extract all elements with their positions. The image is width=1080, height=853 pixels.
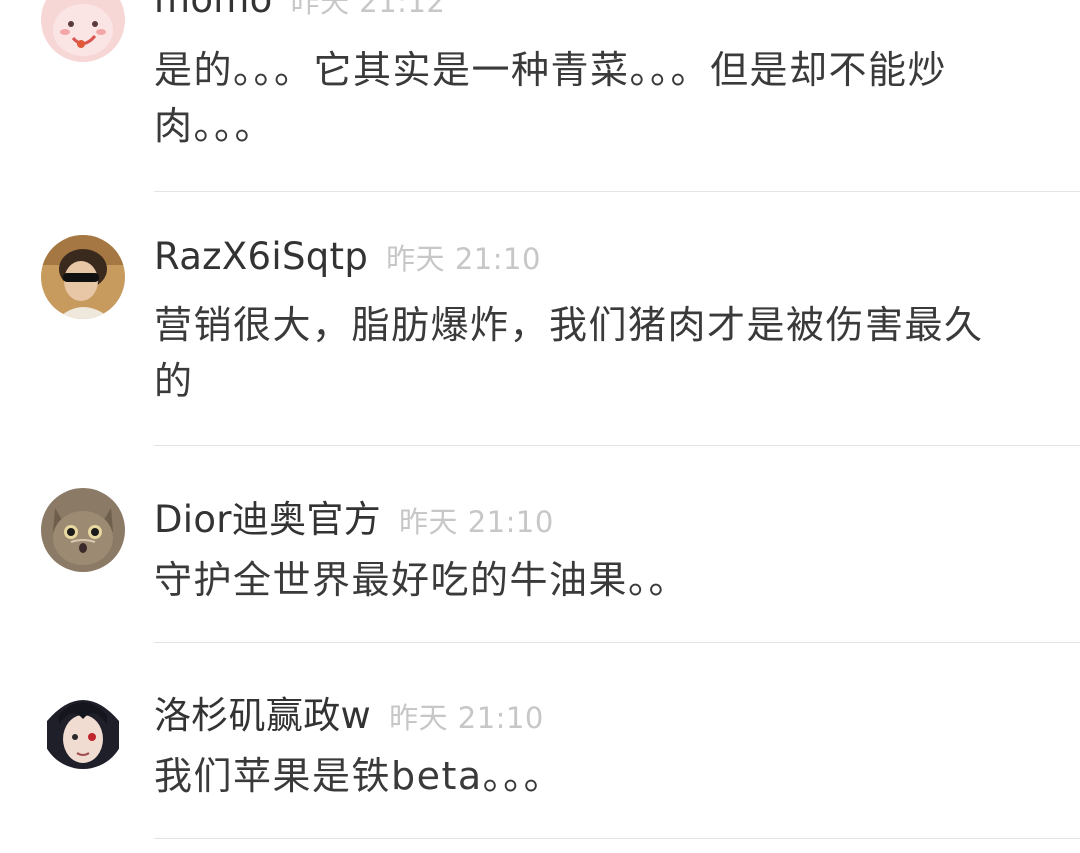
comment-text: 营销很大，脂肪爆炸，我们猪肉才是被伤害最久的 — [154, 303, 984, 403]
timestamp: 昨天 21:10 — [386, 242, 541, 276]
cat-avatar-icon[interactable] — [41, 488, 125, 572]
pink-cartoon-avatar-icon[interactable] — [41, 0, 125, 62]
comment-text: 守护全世界最好吃的牛油果。。 — [154, 558, 689, 602]
comment-meta: momo 昨天 21:12 — [154, 0, 445, 28]
timestamp: 昨天 21:10 — [399, 505, 554, 539]
comment-text: 是的。。。它其实是一种青菜。。。但是却不能炒肉。。。 — [154, 48, 948, 148]
timestamp: 昨天 21:10 — [389, 701, 544, 735]
comment-meta: RazX6iSqtp 昨天 21:10 — [154, 235, 541, 285]
divider — [154, 191, 1080, 192]
sunglasses-person-avatar-icon[interactable] — [41, 235, 125, 319]
timestamp: 昨天 21:12 — [290, 0, 446, 19]
comment-text: 我们苹果是铁beta。。。 — [154, 754, 564, 798]
divider — [154, 642, 1080, 643]
comment-meta: 洛杉矶赢政w 昨天 21:10 — [154, 685, 544, 737]
comment-list: momo 昨天 21:12 是的。。。它其实是一种青菜。。。但是却不能炒肉。。。… — [0, 0, 1080, 853]
anime-character-avatar-icon[interactable] — [41, 685, 125, 769]
username[interactable]: RazX6iSqtp — [154, 235, 368, 278]
username[interactable]: Dior迪奥官方 — [154, 489, 381, 543]
comment-meta: Dior迪奥官方 昨天 21:10 — [154, 489, 554, 541]
username[interactable]: 洛杉矶赢政w — [154, 685, 371, 739]
username[interactable]: momo — [154, 0, 273, 21]
divider — [154, 838, 1080, 839]
divider — [154, 445, 1080, 446]
